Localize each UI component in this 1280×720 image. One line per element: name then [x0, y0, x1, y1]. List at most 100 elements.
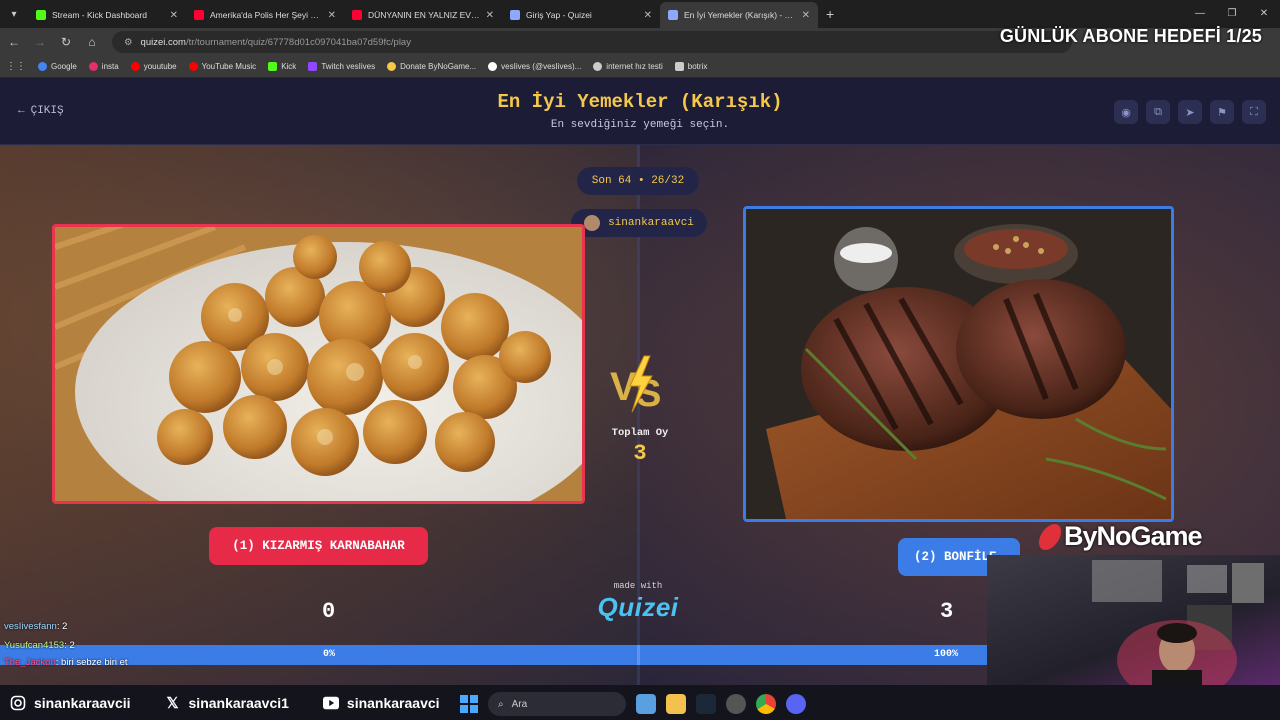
svg-text:V: V: [610, 365, 637, 409]
close-window-icon[interactable]: ✕: [1248, 0, 1280, 26]
copy-icon[interactable]: ⧉: [1146, 100, 1170, 124]
header-actions: ◉ ⧉ ➤ ⚑ ⛶: [1114, 100, 1266, 124]
bookmark-botrix[interactable]: botrix: [669, 62, 714, 71]
bookmark-tiktok[interactable]: vesIives (@vesIives)...: [482, 62, 587, 71]
twitch-icon: [308, 62, 318, 71]
speedtest-icon: [593, 62, 603, 71]
steam-icon[interactable]: [696, 694, 716, 714]
left-choice-image[interactable]: [52, 224, 585, 504]
windows-start-icon[interactable]: [460, 695, 478, 713]
quizei-logo[interactable]: Quizei: [588, 592, 688, 623]
made-with-label: made with: [613, 581, 663, 591]
total-votes-value: 3: [633, 441, 647, 466]
instagram-link: sinankaraavcii: [10, 695, 131, 711]
chat-text: : biri sebze biri et: [55, 657, 128, 668]
fried-cauliflower-image: [55, 227, 582, 501]
right-choice-image[interactable]: [743, 206, 1174, 522]
quiz-subtitle: En sevdiğiniz yemeği seçin.: [550, 119, 730, 131]
youtube-icon: [352, 10, 362, 20]
bookmarks-bar: ⋮⋮ Google insta youutube YouTube Music K…: [0, 56, 1280, 78]
progress-bar-midline: [637, 645, 640, 665]
vs-emblem-icon: V S: [610, 355, 661, 414]
google-icon: [38, 62, 47, 71]
youtube-handle: sinankaraavci: [346, 694, 440, 711]
obs-icon[interactable]: [726, 694, 746, 714]
close-tab-icon[interactable]: ✕: [328, 10, 336, 21]
discord-icon[interactable]: [786, 694, 806, 714]
username: sinankaraavci: [608, 217, 694, 229]
chat-message: Yusufcan4153: 2: [4, 640, 75, 651]
x-icon: 𝕏: [166, 694, 179, 712]
bookmark-donate[interactable]: Donate ByNoGame...: [381, 62, 482, 71]
tab-quizei-login[interactable]: Giriş Yap - Quizei ✕: [502, 2, 660, 28]
search-icon: ⌕: [498, 698, 504, 710]
tab-kick-dashboard[interactable]: Stream - Kick Dashboard ✕: [28, 2, 186, 28]
tab-amerika-video[interactable]: Amerika'da Polis Her Şeyi Görü ✕: [186, 2, 344, 28]
forward-icon[interactable]: →: [28, 30, 52, 54]
youtube-icon: [194, 10, 204, 20]
streamer-webcam-image: [1092, 560, 1264, 685]
flag-icon[interactable]: ⚑: [1210, 100, 1234, 124]
round-indicator: Son 64 • 26/32: [577, 167, 699, 195]
chrome-icon[interactable]: [756, 694, 776, 714]
bookmark-google[interactable]: Google: [32, 62, 83, 71]
bynogame-overlay: ByNoGame: [1035, 521, 1203, 552]
minimize-icon[interactable]: —: [1184, 0, 1216, 26]
vote-left-button[interactable]: (1) KIZARMIŞ KARNABAHAR: [209, 527, 428, 565]
tab-title: Giriş Yap - Quizei: [526, 10, 592, 20]
close-tab-icon[interactable]: ✕: [802, 10, 810, 21]
tab-yalniz-ev-video[interactable]: DÜNYANIN EN YALNIZ EVİNDE ✕: [344, 2, 502, 28]
bynogame-logo-icon: [1035, 523, 1065, 550]
youtube-music-icon: [188, 62, 198, 71]
new-tab-button[interactable]: +: [818, 6, 842, 22]
home-icon[interactable]: ⌂: [80, 30, 104, 54]
eye-icon[interactable]: ◉: [1114, 100, 1138, 124]
chat-username: Yusufcan4153: [4, 640, 65, 651]
tab-title: Amerika'da Polis Her Şeyi Görü: [210, 10, 322, 20]
bookmark-youtube-music[interactable]: YouTube Music: [183, 62, 263, 71]
tab-search-icon[interactable]: ▾: [0, 0, 28, 28]
chat-text: : 2: [56, 621, 68, 632]
search-placeholder: Ara: [511, 698, 528, 710]
url-host: quizei.com: [140, 36, 186, 48]
file-explorer-icon[interactable]: [666, 694, 686, 714]
browser-tab-bar: ▾ Stream - Kick Dashboard ✕ Amerika'da P…: [0, 0, 1280, 28]
tab-title: Stream - Kick Dashboard: [52, 10, 147, 20]
webcam-overlay: [987, 555, 1280, 685]
windows-taskbar: ⌕ Ara: [460, 690, 806, 718]
address-bar[interactable]: ⚙ quizei.com/tr/tournament/quiz/67778d01…: [112, 31, 1072, 53]
right-percent: 100%: [934, 649, 959, 660]
instagram-icon: [10, 695, 26, 711]
reload-icon[interactable]: ↻: [54, 30, 78, 54]
chat-text: : 2: [64, 640, 75, 651]
close-tab-icon[interactable]: ✕: [170, 10, 178, 21]
left-percent: 0%: [323, 649, 336, 660]
chat-message: vesIivesfann: 2: [4, 621, 67, 632]
left-score: 0: [322, 599, 336, 624]
instagram-icon: [88, 62, 98, 71]
bookmark-youtube[interactable]: youutube: [125, 62, 183, 71]
quizei-icon: [668, 10, 678, 20]
total-votes-label: Toplam Oy: [611, 427, 669, 439]
subscriber-goal-overlay: GÜNLÜK ABONE HEDEFİ 1/25: [999, 26, 1262, 46]
restore-icon[interactable]: ❐: [1216, 0, 1248, 26]
apps-icon[interactable]: ⋮⋮: [0, 61, 32, 72]
fullscreen-icon[interactable]: ⛶: [1242, 100, 1266, 124]
chat-username: The_Jackon: [4, 657, 56, 668]
task-view-icon[interactable]: [636, 694, 656, 714]
back-icon[interactable]: ←: [2, 30, 26, 54]
site-info-icon[interactable]: ⚙: [124, 37, 133, 48]
bookmark-speedtest[interactable]: internet hız testi: [587, 62, 668, 71]
tab-quizei-play[interactable]: En İyi Yemekler (Karışık) - Tier L ✕: [660, 2, 818, 28]
close-tab-icon[interactable]: ✕: [644, 10, 652, 21]
close-tab-icon[interactable]: ✕: [486, 10, 494, 21]
vote-progress-bar: 0% 100%: [0, 645, 987, 665]
bookmark-insta[interactable]: insta: [83, 62, 125, 71]
bookmark-kick[interactable]: Kick: [262, 62, 302, 71]
taskbar-search[interactable]: ⌕ Ara: [488, 692, 626, 716]
youtube-link: sinankaraavci: [322, 694, 440, 711]
screen: ▾ Stream - Kick Dashboard ✕ Amerika'da P…: [0, 0, 1280, 720]
bookmark-twitch[interactable]: Twitch vesIives: [302, 62, 381, 71]
user-badge: sinankaraavci: [571, 209, 707, 237]
send-icon[interactable]: ➤: [1178, 100, 1202, 124]
